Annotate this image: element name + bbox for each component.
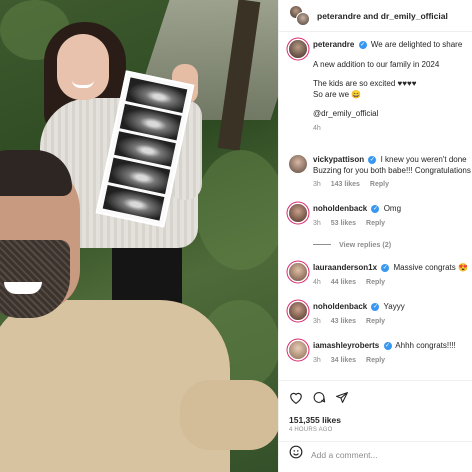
comment-body: lauraanderson1x ✓ Massive congrats 😍 4h … bbox=[313, 263, 468, 288]
photo-man-smile bbox=[4, 282, 42, 294]
photo-foliage bbox=[196, 150, 278, 270]
reply-button[interactable]: Reply bbox=[366, 220, 385, 227]
comment-text: Buzzing for you both babe!!! Congratulat… bbox=[313, 165, 471, 175]
caption-line: We are delighted to share bbox=[370, 40, 463, 49]
comment: noholdenback ✓ Omg 3h 53 likes Reply bbox=[289, 204, 472, 229]
verified-badge-icon: ✓ bbox=[383, 341, 392, 350]
timestamp: 3h bbox=[313, 219, 321, 227]
caption-username[interactable]: peterandre bbox=[313, 40, 354, 49]
comment-username[interactable]: noholdenback bbox=[313, 204, 367, 213]
view-replies-label: View replies (2) bbox=[339, 240, 392, 249]
comment-username[interactable]: iamashleyroberts bbox=[313, 341, 379, 350]
post-side-panel: peterandre and dr_emily_official peteran… bbox=[278, 0, 472, 472]
comment: vickypattison ✓ I knew you weren't done … bbox=[289, 155, 472, 191]
photo-man-arm bbox=[180, 380, 278, 450]
collab-avatars[interactable] bbox=[289, 4, 311, 27]
comment-body: vickypattison ✓ I knew you weren't done … bbox=[313, 155, 471, 191]
post-caption: peterandre ✓ We are delighted to share A… bbox=[289, 40, 472, 134]
verified-badge-icon: ✓ bbox=[381, 263, 390, 272]
verified-badge-icon: ✓ bbox=[358, 40, 367, 49]
comment: noholdenback ✓ Yayyy 3h 43 likes Reply bbox=[289, 302, 472, 327]
like-count[interactable]: 151,355 likes bbox=[289, 415, 341, 425]
like-count[interactable]: 44 likes bbox=[331, 279, 356, 286]
comment-text: I knew you weren't done bbox=[380, 155, 467, 164]
comment-username[interactable]: noholdenback bbox=[313, 302, 367, 311]
verified-badge-icon: ✓ bbox=[368, 155, 377, 164]
avatar[interactable] bbox=[289, 263, 307, 281]
like-count[interactable]: 143 likes bbox=[331, 181, 360, 188]
reply-button[interactable]: Reply bbox=[370, 181, 389, 188]
comment-text: Omg bbox=[383, 204, 402, 213]
emoji-icon[interactable] bbox=[289, 445, 303, 464]
caption-body: peterandre ✓ We are delighted to share A… bbox=[313, 40, 462, 134]
caption-meta: 4h bbox=[313, 124, 462, 135]
comment-username[interactable]: vickypattison bbox=[313, 155, 364, 164]
like-count[interactable]: 34 likes bbox=[331, 357, 356, 364]
comment-meta: 3h 43 likes Reply bbox=[313, 317, 405, 328]
timestamp: 3h bbox=[313, 317, 321, 325]
like-count[interactable]: 53 likes bbox=[331, 220, 356, 227]
view-replies-button[interactable]: View replies (2) bbox=[313, 240, 391, 249]
comment-meta: 3h 34 likes Reply bbox=[313, 356, 456, 367]
reply-button[interactable]: Reply bbox=[366, 318, 385, 325]
post-actions: 151,355 likes 4 HOURS AGO bbox=[279, 380, 472, 466]
post-header: peterandre and dr_emily_official bbox=[279, 0, 472, 32]
timestamp: 4h bbox=[313, 124, 321, 132]
comment: lauraanderson1x ✓ Massive congrats 😍 4h … bbox=[289, 263, 472, 288]
comment-input[interactable] bbox=[311, 449, 461, 460]
avatar[interactable] bbox=[289, 302, 307, 320]
heart-icon[interactable] bbox=[289, 391, 303, 404]
timestamp: 3h bbox=[313, 356, 321, 364]
comment-icon[interactable] bbox=[312, 391, 326, 404]
caption-mention[interactable]: @dr_emily_official bbox=[313, 109, 462, 120]
verified-badge-icon: ✓ bbox=[371, 204, 380, 213]
avatar[interactable] bbox=[289, 341, 307, 359]
avatar[interactable] bbox=[289, 40, 307, 58]
comment-text: Ahhh congrats!!!! bbox=[395, 341, 456, 350]
verified-badge-icon: ✓ bbox=[371, 302, 380, 311]
action-bar bbox=[289, 391, 349, 404]
comment-composer bbox=[279, 441, 472, 467]
caption-line: The kids are so excited ♥♥♥♥ bbox=[313, 79, 417, 88]
caption-line: A new addition to our family in 2024 bbox=[313, 59, 440, 69]
timestamp: 4h bbox=[313, 278, 321, 286]
send-icon[interactable] bbox=[335, 391, 349, 404]
comment-body: iamashleyroberts ✓ Ahhh congrats!!!! 3h … bbox=[313, 341, 456, 366]
comment-meta: 3h 53 likes Reply bbox=[313, 219, 401, 230]
avatar bbox=[296, 11, 310, 26]
reply-button[interactable]: Reply bbox=[366, 279, 385, 286]
post-photo[interactable] bbox=[0, 0, 278, 472]
photo-woman-face bbox=[57, 34, 109, 100]
comment-meta: 3h 143 likes Reply bbox=[313, 180, 471, 191]
comment: iamashleyroberts ✓ Ahhh congrats!!!! 3h … bbox=[289, 341, 472, 366]
comment-body: noholdenback ✓ Omg 3h 53 likes Reply bbox=[313, 204, 401, 229]
divider bbox=[313, 244, 331, 245]
reply-button[interactable]: Reply bbox=[366, 357, 385, 364]
comment-body: noholdenback ✓ Yayyy 3h 43 likes Reply bbox=[313, 302, 405, 327]
comment-text: Yayyy bbox=[383, 302, 405, 311]
timestamp: 3h bbox=[313, 181, 321, 188]
like-count[interactable]: 43 likes bbox=[331, 318, 356, 325]
comment-meta: 4h 44 likes Reply bbox=[313, 278, 468, 289]
avatar[interactable] bbox=[289, 204, 307, 222]
avatar[interactable] bbox=[289, 155, 307, 173]
caption-line: So are we 😄 bbox=[313, 89, 362, 99]
comment-text: Massive congrats 😍 bbox=[393, 263, 468, 272]
post-timestamp: 4 HOURS AGO bbox=[289, 427, 333, 433]
post-authors[interactable]: peterandre and dr_emily_official bbox=[317, 11, 448, 21]
comment-username[interactable]: lauraanderson1x bbox=[313, 263, 377, 272]
